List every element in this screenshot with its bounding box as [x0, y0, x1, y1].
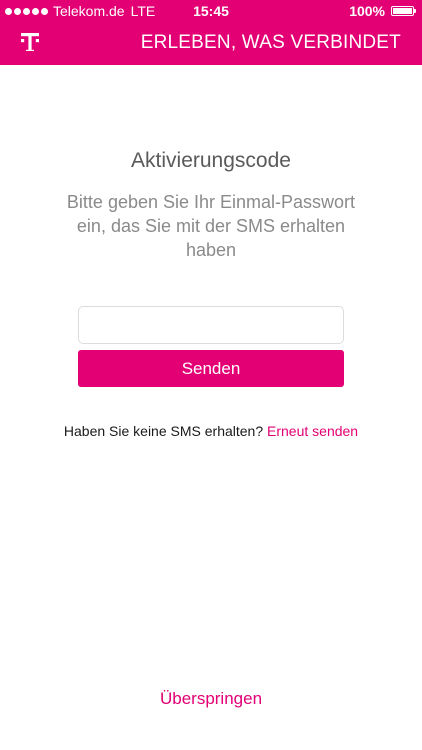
instruction-text: Bitte geben Sie Ihr Einmal-Passwort ein,…: [66, 192, 356, 260]
page-title: Aktivierungscode: [131, 149, 291, 172]
battery-icon: [391, 6, 416, 16]
resend-row: Haben Sie keine SMS erhalten? Erneut sen…: [0, 423, 422, 439]
send-button[interactable]: Senden: [78, 350, 344, 387]
top-bar: Telekom.de LTE 15:45 100% ERLEBEN, WAS V…: [0, 0, 422, 65]
resend-link[interactable]: Erneut senden: [267, 423, 358, 439]
app-header: ERLEBEN, WAS VERBINDET: [0, 22, 422, 65]
status-bar: Telekom.de LTE 15:45 100%: [0, 0, 422, 22]
battery-percent: 100%: [349, 3, 385, 19]
telekom-logo-icon: [21, 33, 39, 51]
skip-link[interactable]: Überspringen: [0, 689, 422, 709]
activation-code-input[interactable]: [78, 306, 344, 344]
header-tagline: ERLEBEN, WAS VERBINDET: [140, 32, 401, 53]
activation-screen: Telekom.de LTE 15:45 100% ERLEBEN, WAS V…: [0, 0, 422, 750]
resend-question: Haben Sie keine SMS erhalten?: [63, 423, 264, 439]
status-right: 100%: [349, 0, 416, 22]
